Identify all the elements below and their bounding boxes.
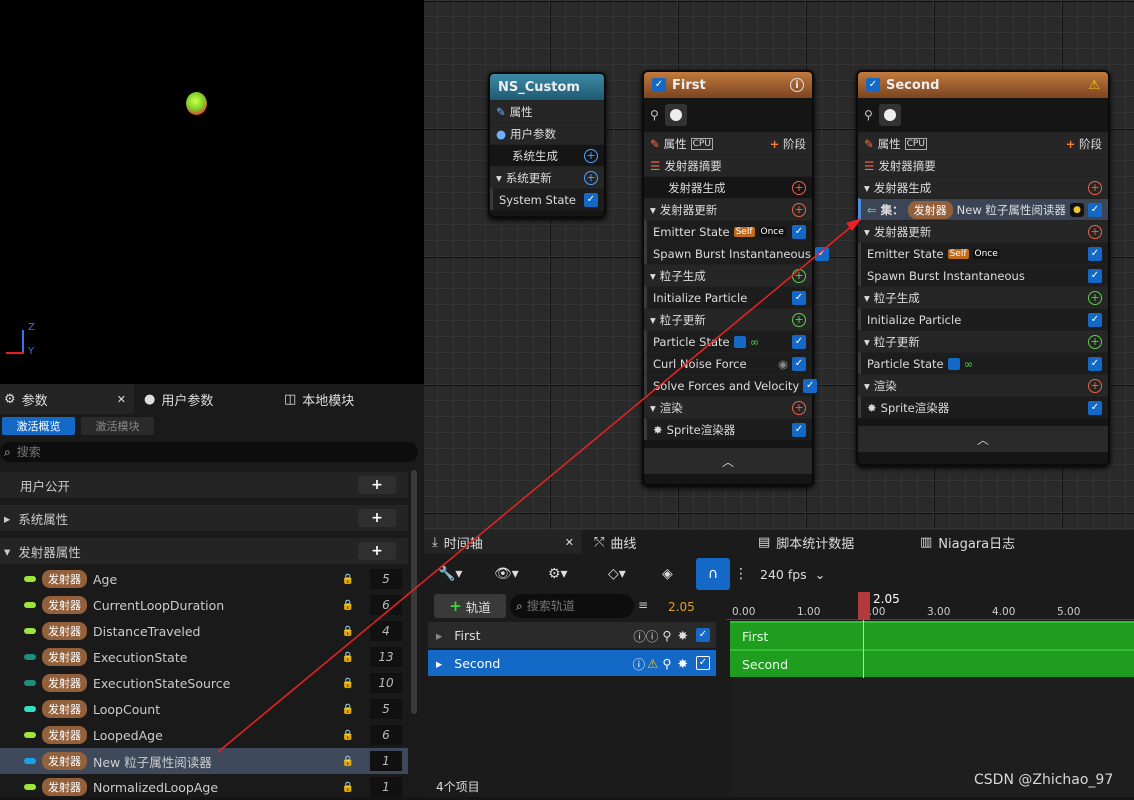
annotation-arrow (217, 218, 862, 753)
